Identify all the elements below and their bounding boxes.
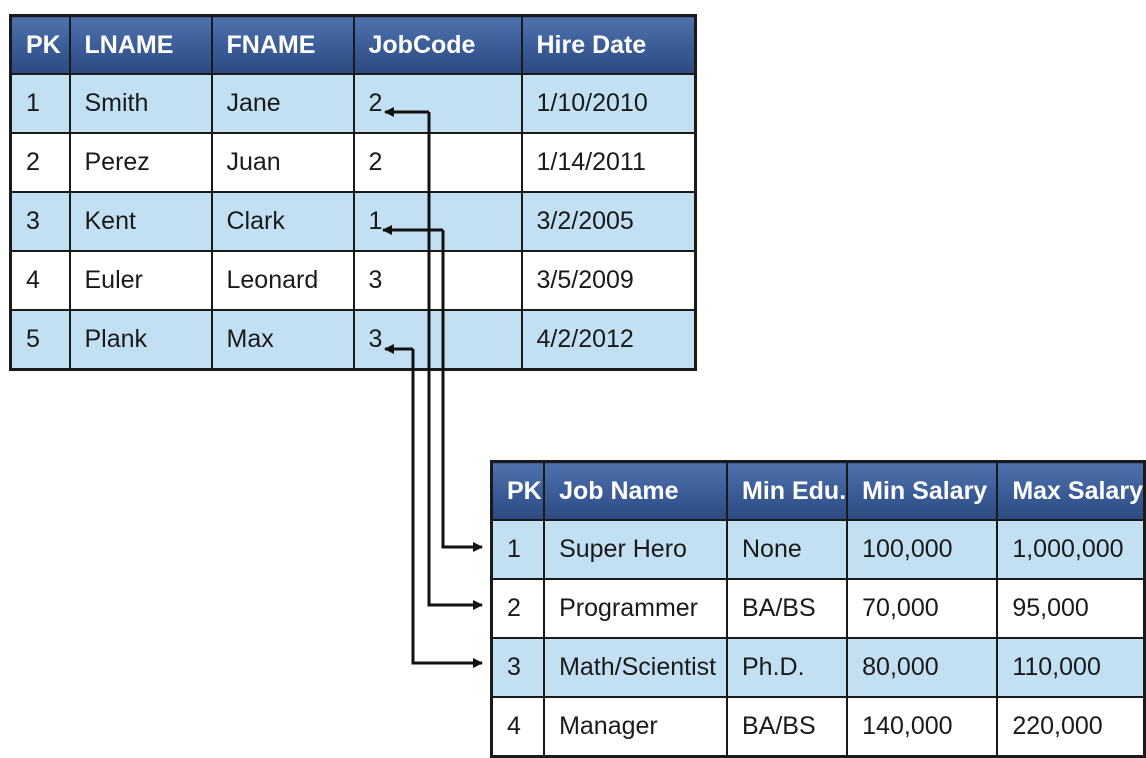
fk-link-job-2 [427, 112, 483, 610]
fk-link-job-1 [441, 230, 483, 552]
fk-link-job-3 [411, 349, 483, 668]
foreign-key-links [382, 107, 483, 668]
